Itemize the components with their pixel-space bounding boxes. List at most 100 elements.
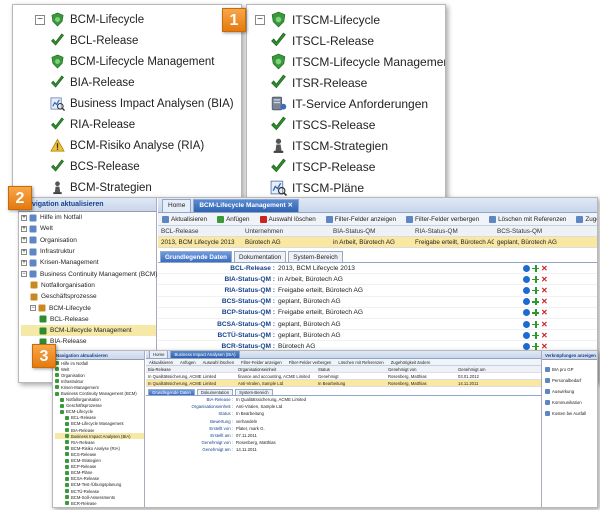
detail-tab[interactable]: System-Bereich (288, 251, 343, 262)
tree-item[interactable]: BIA-Release (35, 72, 241, 93)
close-tab-icon[interactable]: ✕ (287, 200, 292, 212)
expand-toggle[interactable]: + (21, 225, 27, 232)
toolbar-button[interactable]: Auswahl löschen (259, 215, 316, 223)
tree-item[interactable]: ITSR-Release (255, 72, 445, 93)
nav-item[interactable]: + Infrastruktur (21, 246, 156, 257)
add-icon[interactable] (532, 275, 539, 283)
form-value[interactable]: Anti-Viralen, Sample Ltd (236, 404, 436, 409)
form-value[interactable]: 14.11.2011 (236, 447, 436, 452)
toolbar-button[interactable]: Aktualisieren (162, 215, 207, 223)
info-icon[interactable] (523, 309, 530, 317)
expand-toggle[interactable]: + (21, 259, 27, 266)
nav-item[interactable]: Notfallorganisation (21, 280, 156, 291)
expand-toggle[interactable]: + (21, 248, 27, 255)
tree-item[interactable]: IT-Service Anforderungen (255, 93, 445, 114)
toolbar-button[interactable]: Zuge (576, 215, 597, 223)
toolbar-button[interactable]: Filter-Felder verbergen (406, 215, 479, 223)
grid-column-header[interactable]: BCL-Release (158, 228, 242, 235)
collapse-toggle[interactable]: − (255, 14, 265, 25)
side-link[interactable]: Kosten bei Ausfall (545, 408, 597, 419)
detail-tab[interactable]: Dokumentation (233, 251, 287, 262)
form-value[interactable]: Rosenberg, Matthias (236, 440, 436, 445)
form-value[interactable]: In Bearbeitung (236, 411, 436, 416)
tree-item[interactable]: Business Impact Analysen (BIA) (35, 93, 241, 114)
nav-item[interactable]: + Organisation (21, 235, 156, 246)
toolbar-button[interactable]: Auswahl löschen (203, 360, 234, 365)
side-link[interactable]: Kommunikation (545, 397, 597, 408)
toolbar-button[interactable]: Zugehörigkeit ändern (391, 360, 431, 365)
detail-tab[interactable]: Grundlegende Daten (160, 251, 232, 262)
nav-item[interactable]: BCM-Lifecycle Management (21, 324, 156, 337)
tree-item[interactable]: BCS-Release (35, 156, 241, 177)
navigation-refresh-header[interactable]: Navigation aktualisieren (19, 198, 156, 212)
toolbar-button[interactable]: Aktualisieren (149, 360, 173, 365)
nav-item[interactable]: BCR-Release (55, 500, 144, 506)
side-link[interactable]: Auswirkung (545, 386, 597, 397)
tab-bcm-lifecycle-management[interactable]: BCM-Lifecycle Management ✕ (193, 199, 299, 212)
nav-item[interactable]: − BCM-Lifecycle (21, 302, 156, 313)
add-icon[interactable] (532, 342, 539, 350)
nav-item[interactable]: + Welt (21, 223, 156, 234)
expand-toggle[interactable]: + (21, 237, 27, 244)
expand-toggle[interactable]: − (21, 271, 27, 278)
add-icon[interactable] (532, 309, 539, 317)
nav-item[interactable]: BCL-Release (21, 314, 156, 325)
add-icon[interactable] (532, 286, 539, 294)
tree-item[interactable]: ITSCS-Release (255, 114, 445, 135)
grid-column-header[interactable]: BIA-Status-QM (330, 228, 412, 235)
tree-item[interactable]: BCM-Strategien (35, 177, 241, 198)
remove-icon[interactable]: ✕ (541, 264, 548, 272)
tab-bia-small[interactable]: Business Impact Analysen (BIA) (170, 351, 240, 358)
bcm-lifecycle-root[interactable]: − BCM-Lifecycle (35, 9, 241, 30)
form-value[interactable]: verhandeln (236, 419, 436, 424)
tree-item[interactable]: ITSCP-Release (255, 156, 445, 177)
add-icon[interactable] (532, 320, 539, 328)
detail-tab[interactable]: Grundlegende Daten (148, 389, 195, 395)
info-icon[interactable] (523, 286, 530, 294)
remove-icon[interactable]: ✕ (541, 275, 548, 283)
nav-item[interactable]: + Hilfe im Notfall (21, 212, 156, 223)
info-icon[interactable] (523, 264, 530, 272)
expand-toggle[interactable]: + (21, 214, 27, 221)
tree-item[interactable]: ITSCM-Strategien (255, 135, 445, 156)
toolbar-button[interactable]: Filter-Felder verbergen (289, 360, 332, 365)
tree-item[interactable]: RIA-Release (35, 114, 241, 135)
info-icon[interactable] (523, 331, 530, 339)
toolbar-button[interactable]: Filter-Felder anzeigen (325, 215, 396, 223)
nav-item[interactable]: Business Continuity Management (BCM) (55, 390, 144, 396)
tree-item[interactable]: BCM-Risiko Analyse (RIA) (35, 135, 241, 156)
side-link[interactable]: Personalbedarf (545, 375, 597, 386)
collapse-toggle[interactable]: − (35, 14, 45, 25)
info-icon[interactable] (523, 342, 530, 350)
add-icon[interactable] (532, 298, 539, 306)
toolbar-button[interactable]: Löschen mit Referenzen (338, 360, 383, 365)
grid-selected-row[interactable]: 2013, BCM Lifecycle 2013 Bürotech AG in Ar… (158, 237, 597, 248)
nav-item[interactable]: + Krisen-Management (21, 257, 156, 268)
remove-icon[interactable]: ✕ (541, 309, 548, 317)
toolbar-button[interactable]: Löschen mit Referenzen (489, 215, 566, 223)
info-icon[interactable] (523, 298, 530, 306)
itscm-lifecycle-root[interactable]: − ITSCM-Lifecycle (255, 9, 445, 30)
toolbar-button[interactable]: Anfügen (180, 360, 196, 365)
remove-icon[interactable]: ✕ (541, 342, 548, 350)
add-icon[interactable] (532, 264, 539, 272)
remove-icon[interactable]: ✕ (541, 320, 548, 328)
detail-tab[interactable]: System-Bereich (235, 389, 273, 395)
grid-column-header[interactable]: Unternehmen (242, 228, 330, 235)
remove-icon[interactable]: ✕ (541, 331, 548, 339)
expand-toggle[interactable]: − (30, 305, 36, 312)
nav-item[interactable]: − Business Continuity Management (BCM) (21, 268, 157, 279)
table-row[interactable]: In Qualitätssicherung, ACME Limited Anti-… (146, 380, 541, 387)
tab-home-small[interactable]: Home (149, 351, 169, 358)
tree-item[interactable]: ITSCM-Lifecycle Management (255, 51, 445, 72)
remove-icon[interactable]: ✕ (541, 286, 548, 294)
tree-item[interactable]: ITSCL-Release (255, 30, 445, 51)
tree-item[interactable]: BCM-Lifecycle Management (35, 51, 241, 72)
grid-column-header[interactable]: RIA-Status-QM (412, 228, 494, 235)
info-icon[interactable] (523, 275, 530, 283)
form-value[interactable]: Plater, mark G. (236, 426, 436, 431)
table-row[interactable]: In Qualitätssicherung, ACME Limited finan… (146, 373, 541, 380)
nav-item[interactable]: Geschäftsprozesse (21, 291, 156, 302)
form-value[interactable]: In Qualitätssicherung, ACME Limited (236, 397, 436, 402)
toolbar-button[interactable]: Filter-Felder anzeigen (241, 360, 282, 365)
